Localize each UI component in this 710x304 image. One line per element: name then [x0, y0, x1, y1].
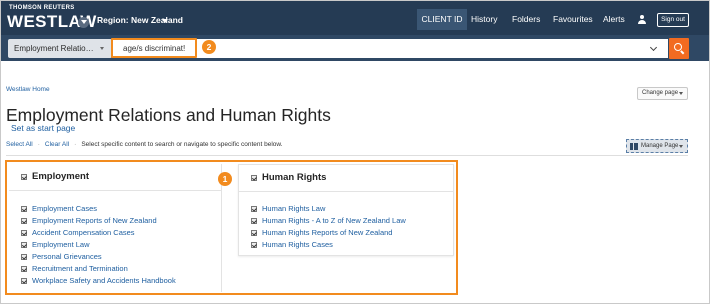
- divider: [6, 155, 688, 156]
- set-start-page-link[interactable]: Set as start page: [11, 123, 75, 133]
- nav-alerts[interactable]: Alerts: [603, 9, 625, 30]
- search-button[interactable]: [669, 38, 689, 59]
- separator: ·: [37, 141, 40, 148]
- search-bar: Employment Relatio…: [1, 35, 709, 61]
- chevron-down-icon: [679, 145, 683, 148]
- clear-all-link[interactable]: Clear All: [45, 141, 69, 148]
- dropdown-caret-icon: [100, 47, 104, 50]
- selection-toolbar: Select All · Clear All · Select specific con…: [6, 141, 283, 148]
- nav-history[interactable]: History: [471, 9, 497, 30]
- separator: ·: [74, 141, 77, 148]
- user-icon[interactable]: [638, 15, 646, 24]
- callout-badge-2: 2: [202, 40, 216, 54]
- nav-folders[interactable]: Folders: [512, 9, 540, 30]
- layout-grid-icon: [630, 143, 638, 150]
- top-navigation-bar: THOMSON REUTERS WESTLAW Region: New Zeal…: [1, 1, 709, 35]
- search-options-chevron-icon[interactable]: [651, 45, 658, 50]
- callout-badge-1: 1: [218, 172, 232, 186]
- region-selector[interactable]: Region: New Zealand: [97, 15, 183, 25]
- content-type-dropdown[interactable]: Employment Relatio…: [8, 39, 112, 58]
- nav-favourites[interactable]: Favourites: [553, 9, 593, 30]
- manage-page-label: Manage Page: [641, 143, 679, 149]
- brand-menu-chevron-icon[interactable]: [78, 17, 89, 28]
- sign-out-button[interactable]: Sign out: [657, 13, 689, 27]
- search-icon-handle: [680, 50, 685, 55]
- content-type-label: Employment Relatio…: [14, 44, 94, 53]
- region-chevron-icon[interactable]: [162, 19, 168, 23]
- change-page-label: Change page: [642, 90, 679, 96]
- chevron-down-icon: [679, 92, 683, 95]
- manage-page-button[interactable]: Manage Page: [626, 139, 688, 153]
- instruction-text: Select specific content to search or nav…: [81, 141, 283, 148]
- nav-client-id[interactable]: CLIENT ID: [417, 9, 467, 30]
- search-callout-highlight: [111, 38, 197, 58]
- breadcrumb[interactable]: Westlaw Home: [6, 86, 50, 93]
- change-page-dropdown[interactable]: Change page: [637, 87, 688, 100]
- select-all-link[interactable]: Select All: [6, 141, 33, 148]
- brand-publisher: THOMSON REUTERS: [9, 5, 75, 11]
